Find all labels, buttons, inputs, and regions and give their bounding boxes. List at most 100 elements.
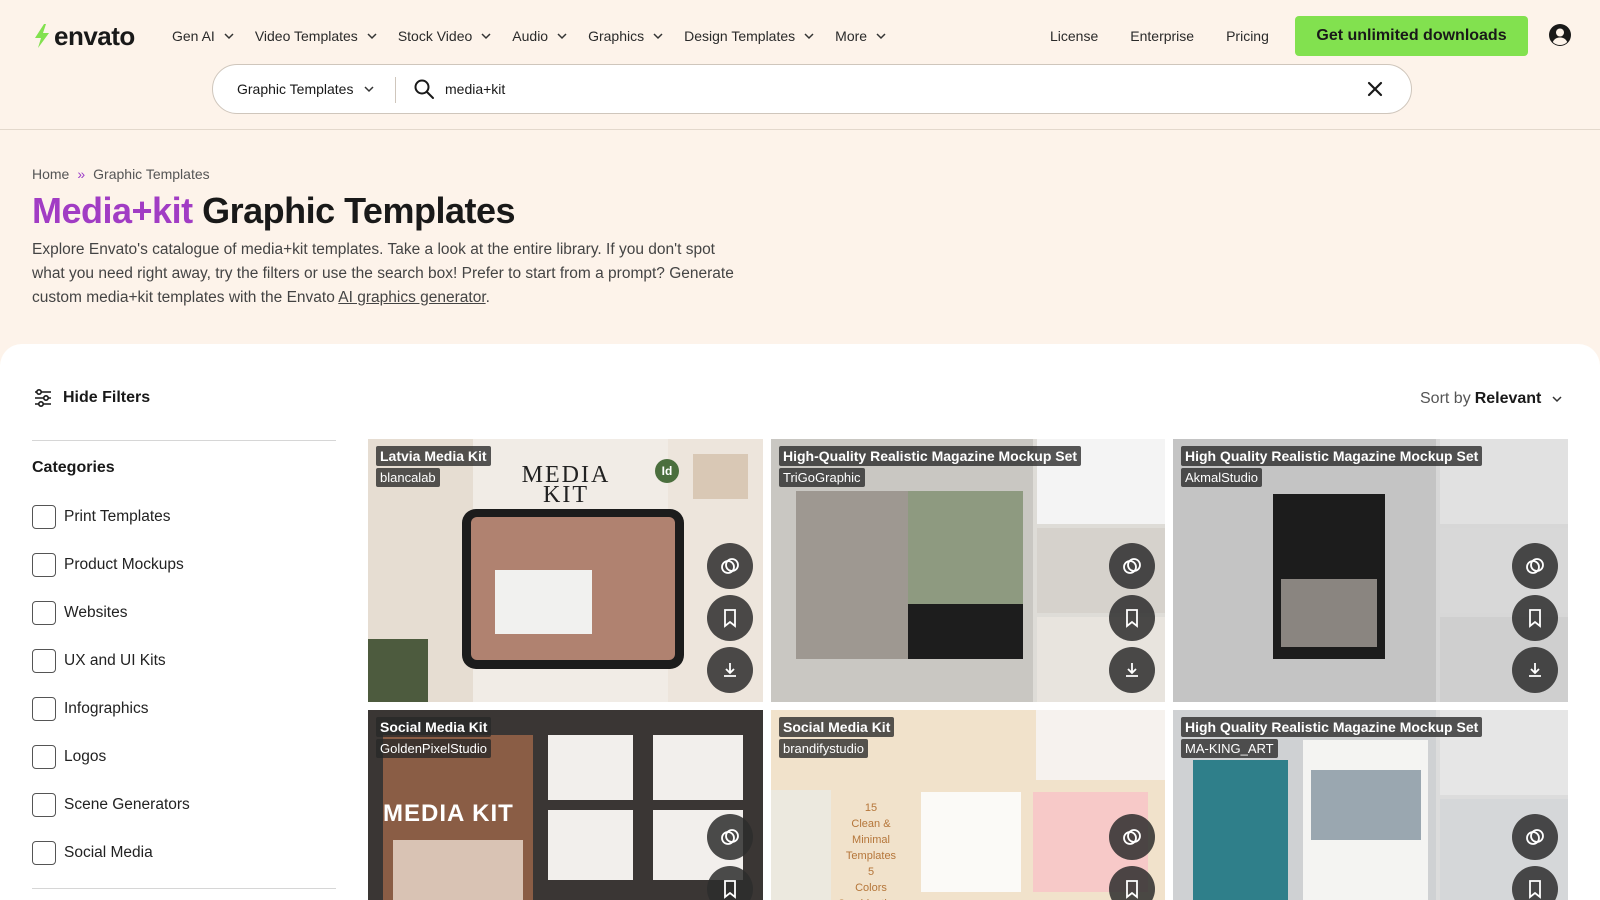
card-author[interactable]: blancalab bbox=[376, 468, 440, 487]
card-title[interactable]: Latvia Media Kit bbox=[376, 446, 491, 466]
bookmark-icon bbox=[1126, 609, 1138, 628]
preview-page bbox=[548, 735, 633, 800]
category-product-mockups[interactable]: Product Mockups bbox=[32, 541, 336, 589]
search-category-select[interactable]: Graphic Templates bbox=[237, 65, 375, 113]
preview-photo bbox=[368, 639, 428, 702]
card-author[interactable]: brandifystudio bbox=[779, 739, 868, 758]
preview-photo bbox=[693, 454, 748, 499]
similar-items-button[interactable] bbox=[1512, 814, 1558, 860]
result-card[interactable]: High Quality Realistic Magazine Mockup S… bbox=[1173, 710, 1568, 900]
enterprise-link[interactable]: Enterprise bbox=[1130, 28, 1194, 44]
user-account-icon[interactable] bbox=[1548, 23, 1572, 47]
download-button[interactable] bbox=[1109, 647, 1155, 693]
card-title[interactable]: High Quality Realistic Magazine Mockup S… bbox=[1181, 446, 1483, 466]
card-title[interactable]: Social Media Kit bbox=[779, 717, 895, 737]
nav-design-templates[interactable]: Design Templates bbox=[684, 28, 815, 44]
checkbox[interactable] bbox=[32, 793, 56, 817]
breadcrumb-home[interactable]: Home bbox=[32, 166, 69, 182]
similar-items-button[interactable] bbox=[1109, 543, 1155, 589]
similar-items-icon bbox=[721, 829, 739, 845]
site-header: envato Gen AI Video Templates Stock Vide… bbox=[0, 0, 1600, 130]
get-unlimited-downloads-button[interactable]: Get unlimited downloads bbox=[1295, 16, 1528, 56]
logo-wordmark: envato bbox=[54, 20, 135, 51]
nav-more[interactable]: More bbox=[835, 28, 887, 44]
ai-graphics-generator-link[interactable]: AI graphics generator bbox=[338, 289, 485, 306]
card-author[interactable]: GoldenPixelStudio bbox=[376, 739, 491, 758]
category-logos[interactable]: Logos bbox=[32, 733, 336, 781]
preview-post-text: 15Clean & MinimalTemplates5Colors Combin… bbox=[837, 802, 904, 900]
breadcrumb: Home » Graphic Templates bbox=[32, 166, 210, 182]
card-title[interactable]: High-Quality Realistic Magazine Mockup S… bbox=[779, 446, 1082, 466]
download-icon bbox=[1126, 663, 1138, 677]
envato-logo[interactable]: envato bbox=[32, 20, 135, 52]
chevron-down-icon bbox=[876, 33, 886, 40]
category-websites[interactable]: Websites bbox=[32, 589, 336, 637]
preview-post bbox=[921, 792, 1021, 892]
result-card[interactable]: MEDIA KIT Id Latvia Media Kit blancalab bbox=[368, 439, 763, 702]
breadcrumb-graphic-templates[interactable]: Graphic Templates bbox=[93, 166, 209, 182]
nav-gen-ai[interactable]: Gen AI bbox=[172, 28, 235, 44]
similar-items-icon bbox=[1526, 558, 1544, 574]
license-link[interactable]: License bbox=[1050, 28, 1098, 44]
similar-items-button[interactable] bbox=[707, 814, 753, 860]
header-links: License Enterprise Pricing bbox=[1050, 22, 1301, 50]
checkbox[interactable] bbox=[32, 649, 56, 673]
checkbox[interactable] bbox=[32, 697, 56, 721]
intro-text: Explore Envato's catalogue of media+kit … bbox=[32, 241, 734, 306]
bookmark-button[interactable] bbox=[1109, 866, 1155, 900]
preview-page bbox=[653, 735, 743, 800]
hide-filters-button[interactable]: Hide Filters bbox=[33, 388, 150, 408]
bookmark-button[interactable] bbox=[1109, 595, 1155, 641]
card-author[interactable]: TriGoGraphic bbox=[779, 468, 865, 487]
checkbox[interactable] bbox=[32, 553, 56, 577]
category-social-media[interactable]: Social Media bbox=[32, 829, 336, 877]
magazine-footer-band bbox=[908, 604, 1023, 659]
search-input[interactable] bbox=[445, 73, 1325, 105]
similar-items-icon bbox=[721, 558, 739, 574]
bookmark-button[interactable] bbox=[1512, 595, 1558, 641]
nav-video-templates[interactable]: Video Templates bbox=[255, 28, 378, 44]
preview-photo bbox=[393, 840, 523, 900]
category-infographics[interactable]: Infographics bbox=[32, 685, 336, 733]
bookmark-icon bbox=[724, 609, 736, 628]
similar-items-button[interactable] bbox=[1512, 543, 1558, 589]
close-icon[interactable] bbox=[1365, 79, 1385, 99]
magazine-photo bbox=[1311, 770, 1421, 840]
category-print-templates[interactable]: Print Templates bbox=[32, 493, 336, 541]
checkbox[interactable] bbox=[32, 841, 56, 865]
bookmark-icon bbox=[1126, 880, 1138, 899]
nav-stock-video[interactable]: Stock Video bbox=[398, 28, 492, 44]
sort-dropdown[interactable]: Sort by Relevant bbox=[1420, 390, 1563, 408]
result-card[interactable]: MEDIA KIT Social Media Kit GoldenPixelSt… bbox=[368, 710, 763, 900]
download-button[interactable] bbox=[707, 647, 753, 693]
checkbox[interactable] bbox=[32, 505, 56, 529]
main-nav: Gen AI Video Templates Stock Video Audio… bbox=[172, 22, 907, 50]
category-scene-generators[interactable]: Scene Generators bbox=[32, 781, 336, 829]
checkbox[interactable] bbox=[32, 745, 56, 769]
card-title[interactable]: High Quality Realistic Magazine Mockup S… bbox=[1181, 717, 1483, 737]
nav-audio[interactable]: Audio bbox=[512, 28, 568, 44]
filter-sliders-icon bbox=[35, 388, 51, 408]
result-card[interactable]: 15Clean & MinimalTemplates5Colors Combin… bbox=[771, 710, 1165, 900]
bookmark-button[interactable] bbox=[707, 595, 753, 641]
pricing-link[interactable]: Pricing bbox=[1226, 28, 1269, 44]
bookmark-icon bbox=[1529, 880, 1541, 899]
result-card[interactable]: High-Quality Realistic Magazine Mockup S… bbox=[771, 439, 1165, 702]
tablet-screen-photo bbox=[495, 570, 592, 634]
nav-graphics[interactable]: Graphics bbox=[588, 28, 664, 44]
search-bar: Graphic Templates bbox=[212, 64, 1412, 114]
similar-items-icon bbox=[1123, 558, 1141, 574]
envato-leaf-icon bbox=[35, 24, 49, 48]
card-author[interactable]: MA-KING_ART bbox=[1181, 739, 1278, 758]
checkbox[interactable] bbox=[32, 601, 56, 625]
chevron-down-icon bbox=[1552, 396, 1562, 403]
card-author[interactable]: AkmalStudio bbox=[1181, 468, 1262, 487]
similar-items-button[interactable] bbox=[1109, 814, 1155, 860]
chevron-down-icon bbox=[224, 33, 234, 40]
category-ux-ui-kits[interactable]: UX and UI Kits bbox=[32, 637, 336, 685]
similar-items-button[interactable] bbox=[707, 543, 753, 589]
download-button[interactable] bbox=[1512, 647, 1558, 693]
card-title[interactable]: Social Media Kit bbox=[376, 717, 492, 737]
bookmark-button[interactable] bbox=[707, 866, 753, 900]
result-card[interactable]: High Quality Realistic Magazine Mockup S… bbox=[1173, 439, 1568, 702]
